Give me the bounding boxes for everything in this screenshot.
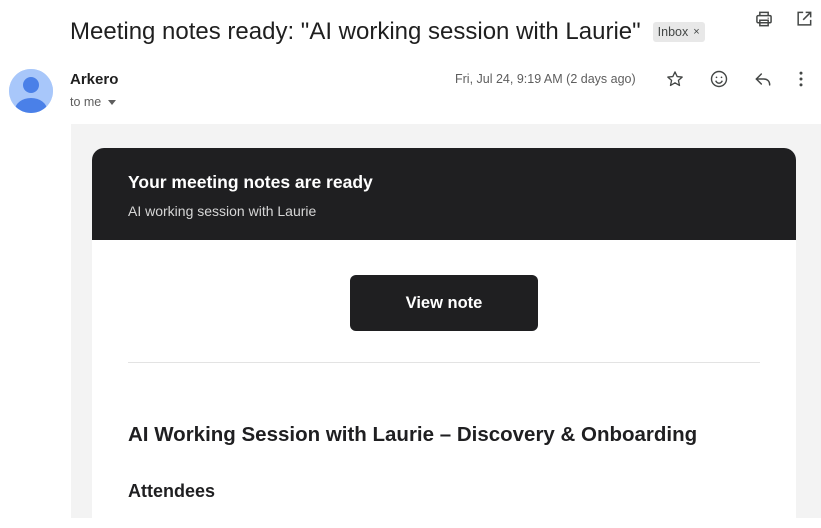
card-subtitle: AI working session with Laurie: [128, 203, 317, 219]
notes-card: Your meeting notes are ready AI working …: [92, 148, 796, 528]
header-actions: [751, 6, 817, 32]
card-header: Your meeting notes are ready AI working …: [92, 148, 796, 240]
person-icon: [9, 69, 53, 113]
sender-name[interactable]: Arkero: [70, 71, 118, 88]
open-in-new-icon[interactable]: [791, 6, 817, 32]
divider: [128, 362, 760, 363]
recipient-text: to me: [70, 95, 102, 109]
emoji-icon[interactable]: [706, 66, 732, 92]
sender-avatar[interactable]: [9, 69, 53, 113]
label-chip-text: Inbox: [657, 25, 689, 39]
remove-label-button[interactable]: ×: [693, 26, 699, 38]
recipient-line: to me: [70, 95, 117, 109]
email-body-background: Your meeting notes are ready AI working …: [71, 124, 821, 528]
more-vert-icon[interactable]: [794, 66, 808, 92]
subject-row: Meeting notes ready: "AI working session…: [70, 14, 821, 50]
note-title: AI Working Session with Laurie – Discove…: [128, 423, 698, 446]
reply-icon[interactable]: [750, 66, 776, 92]
attendees-heading: Attendees: [128, 481, 216, 501]
view-note-button[interactable]: View note: [350, 275, 538, 331]
email-date: Fri, Jul 24, 9:19 AM (2 days ago): [455, 72, 636, 86]
inbox-label-chip[interactable]: Inbox ×: [652, 22, 705, 42]
print-icon[interactable]: [751, 6, 777, 32]
message-actions: [662, 66, 808, 92]
card-title: Your meeting notes are ready: [128, 172, 373, 192]
show-details-chevron-icon[interactable]: [108, 100, 117, 105]
email-subject: Meeting notes ready: "AI working session…: [70, 18, 641, 45]
star-icon[interactable]: [662, 66, 688, 92]
